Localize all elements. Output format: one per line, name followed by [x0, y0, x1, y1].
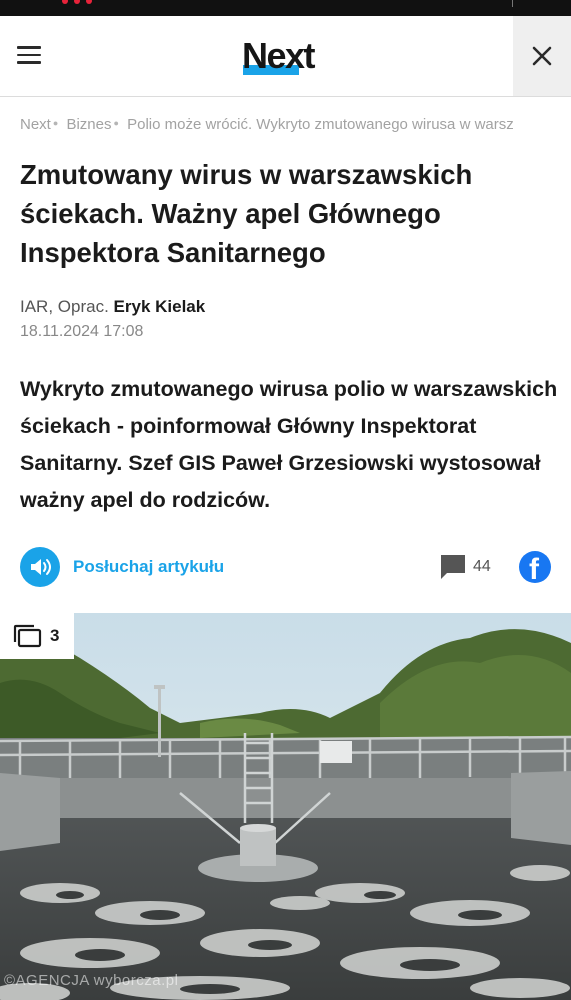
close-button[interactable]	[513, 16, 571, 96]
article-photo[interactable]	[0, 613, 571, 1000]
gallery-badge[interactable]: 3	[0, 613, 74, 659]
breadcrumb-item-biznes[interactable]: Biznes	[66, 116, 111, 133]
site-header: Next	[0, 16, 571, 97]
notification-dots	[62, 0, 92, 4]
article-title: Zmutowany wirus w warszawskich ściekach.…	[20, 159, 473, 268]
photo-credit: ©AGENCJA wyborcza.pl	[4, 972, 179, 989]
comments-count: 44	[473, 557, 491, 575]
article-author: IAR, Oprac. Eryk Kielak	[20, 297, 205, 317]
article-date: 18.11.2024 17:08	[20, 323, 144, 340]
facebook-icon: f	[529, 553, 539, 584]
menu-button[interactable]	[17, 46, 41, 66]
speaker-icon	[20, 547, 60, 587]
listen-label: Posłuchaj artykułu	[73, 557, 225, 576]
menu-icon	[17, 46, 41, 49]
gallery-icon	[13, 624, 42, 648]
breadcrumb-item-article[interactable]: Polio może wrócić. Wykryto zmutowanego w…	[127, 116, 514, 133]
logo-text: Next	[242, 35, 316, 76]
breadcrumb: Next ● Biznes ● Polio może wrócić. Wykryto…	[20, 116, 551, 136]
listen-button[interactable]: Posłuchaj artykułu	[20, 547, 224, 587]
close-icon	[532, 46, 552, 66]
article-lead: Wykryto zmutowanego wirusa polio w warsz…	[20, 377, 558, 512]
site-logo[interactable]: Next	[242, 35, 316, 78]
facebook-share-button[interactable]: f	[519, 551, 551, 583]
status-divider	[512, 0, 513, 7]
status-bar	[0, 0, 571, 16]
breadcrumb-item-next[interactable]: Next	[20, 116, 51, 133]
gallery-count: 3	[50, 626, 60, 645]
comment-icon	[441, 555, 465, 579]
comments-button[interactable]: 44	[439, 553, 491, 580]
breadcrumb-fade	[511, 116, 551, 136]
sewage-plant-image	[0, 613, 571, 1000]
author-name[interactable]: Eryk Kielak	[114, 297, 206, 316]
author-prefix: IAR, Oprac.	[20, 297, 109, 316]
